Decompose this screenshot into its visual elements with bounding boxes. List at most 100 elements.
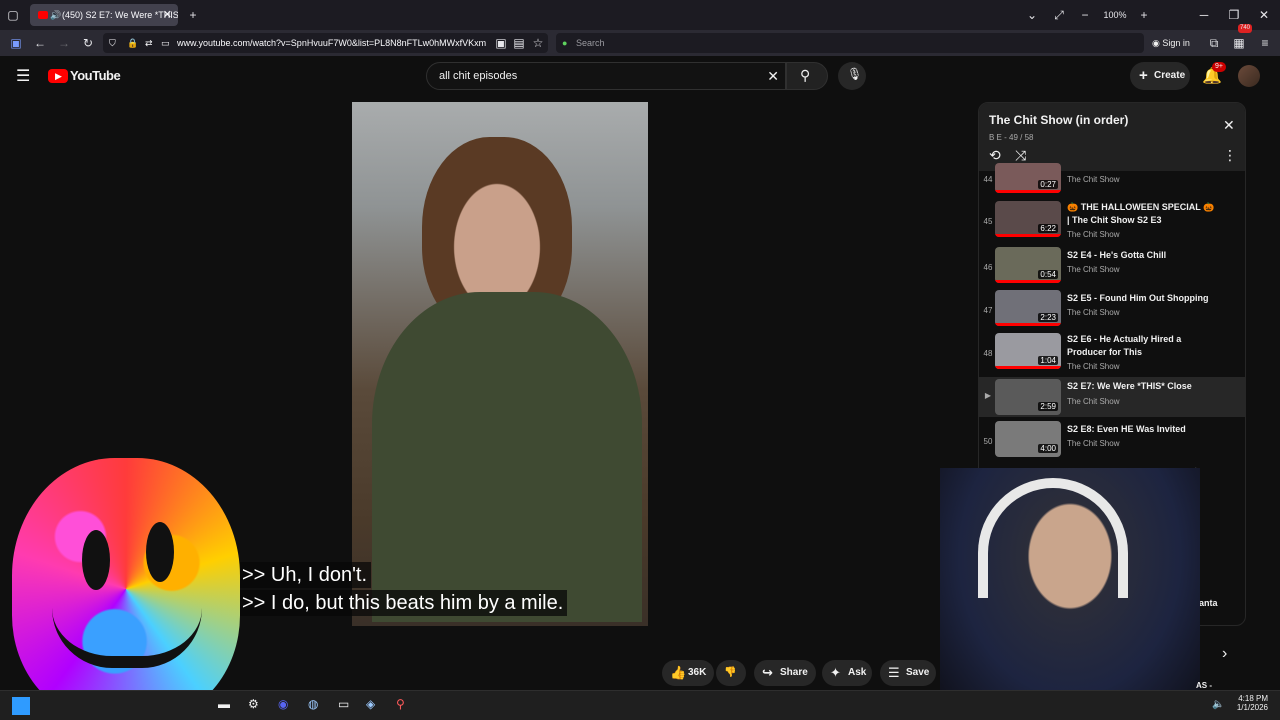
app-icon-steam[interactable]: ◈	[366, 697, 375, 711]
clear-search-icon[interactable]: ✕	[767, 63, 779, 89]
caption-line-1: >> Uh, I don't.	[238, 562, 372, 588]
smiley-left-eye	[82, 530, 110, 590]
tab-list-icon[interactable]: ▢	[4, 0, 22, 30]
dislike-button[interactable]: 👎	[716, 660, 746, 686]
shuffle-icon[interactable]: ⤨	[1015, 147, 1026, 164]
speaker-icon[interactable]: 🔊	[50, 4, 61, 26]
thumbnail[interactable]: 2:23	[995, 290, 1061, 326]
app-icon-settings[interactable]: ⚙	[248, 697, 259, 711]
tray-text: AS -	[1196, 681, 1212, 690]
browser-tab-bar: ▢ 🔊 (450) S2 E7: We Were *THIS* ✕ + ⌄ ⤢ …	[0, 0, 1280, 30]
lock-icon[interactable]: 🔒	[127, 33, 138, 53]
permissions-icon[interactable]: ⇄	[145, 33, 153, 53]
app-icon-files[interactable]: ▭	[338, 697, 349, 711]
clock[interactable]: 4:18 PM 1/1/2026	[1234, 694, 1268, 712]
playlist-item[interactable]: 48 1:04 S2 E6 - He Actually Hired a Prod…	[979, 333, 1245, 373]
playlist-header: The Chit Show (in order) B E - 49 / 58 ✕…	[979, 103, 1245, 171]
menu-icon[interactable]: ≡	[1256, 30, 1274, 56]
minimize-icon[interactable]: ─	[1196, 0, 1212, 30]
playlist-title[interactable]: The Chit Show (in order)	[989, 113, 1128, 127]
video-player[interactable]	[352, 102, 648, 626]
plus-icon: +	[1139, 67, 1148, 84]
app-icon-terminal[interactable]: ▬	[218, 697, 230, 711]
search-engine-icon: ●	[562, 38, 568, 48]
zoom-in-icon[interactable]: +	[1136, 0, 1152, 30]
thumbnail[interactable]: 4:00	[995, 421, 1061, 457]
notification-badge: 9+	[1212, 62, 1226, 72]
video-subject-vest	[372, 292, 642, 622]
create-button[interactable]: + Create	[1130, 62, 1190, 90]
share-icon: ↪	[762, 665, 773, 680]
hamburger-menu-icon[interactable]: ☰	[16, 66, 30, 86]
close-playlist-icon[interactable]: ✕	[1223, 117, 1235, 134]
loop-icon[interactable]: ⟲	[989, 147, 1001, 164]
account-icon: ◉	[1152, 38, 1163, 48]
youtube-logo-icon[interactable]: ▶	[48, 69, 68, 83]
thumbs-down-icon: 👎	[724, 667, 737, 678]
notifications-bell-icon[interactable]: 🔔 9+	[1202, 62, 1226, 86]
sign-in-button[interactable]: ◉ Sign in	[1152, 30, 1190, 56]
playlist-item-current[interactable]: ▶ 2:59 S2 E7: We Were *THIS* Close The C…	[979, 377, 1245, 417]
search-placeholder: Search	[576, 38, 605, 48]
forward-icon[interactable]: →	[55, 30, 73, 56]
thumbnail[interactable]: 1:04	[995, 333, 1061, 369]
headphones	[978, 478, 1128, 598]
extension-badge-icon[interactable]: ▦ 740	[1230, 24, 1253, 56]
more-options-icon[interactable]: ⋮	[1223, 147, 1237, 164]
close-window-icon[interactable]: ✕	[1256, 0, 1272, 30]
chevron-right-icon[interactable]: ›	[1222, 645, 1227, 663]
save-button[interactable]: ☰ Save	[880, 660, 936, 686]
thumbnail[interactable]: 0:27	[995, 163, 1061, 193]
reader-icon[interactable]: ▤	[510, 30, 528, 56]
volume-icon[interactable]: 🔈	[1212, 699, 1224, 710]
search-button[interactable]: ⚲	[786, 62, 828, 90]
smiley-right-eye	[146, 522, 174, 582]
playlist-item[interactable]: 45 6:22 🎃 THE HALLOWEEN SPECIAL 🎃 | The …	[979, 201, 1245, 243]
youtube-favicon-icon	[38, 11, 48, 19]
playlist-item[interactable]: 46 0:54 S2 E4 - He's Gotta Chill The Chi…	[979, 247, 1245, 287]
windows-start-icon[interactable]	[12, 697, 30, 715]
page-icon[interactable]: ▭	[161, 33, 170, 53]
thumbnail[interactable]: 2:59	[995, 379, 1061, 415]
new-tab-icon[interactable]: +	[184, 0, 202, 30]
app-icon-discord[interactable]: ◉	[278, 697, 288, 711]
close-tab-icon[interactable]: ✕	[163, 4, 172, 26]
webcam-overlay	[940, 468, 1200, 720]
zoom-out-icon[interactable]: −	[1076, 0, 1094, 30]
sparkle-icon: ✦	[830, 665, 841, 680]
voice-search-button[interactable]: 🎙	[838, 62, 866, 90]
youtube-logo-text[interactable]: YouTube	[70, 68, 121, 83]
app-icon-browser[interactable]: ◍	[308, 697, 318, 711]
sidebar-icon[interactable]: ▣	[7, 30, 25, 56]
fullscreen-icon[interactable]: ⤢	[1050, 0, 1068, 30]
caption-line-2: >> I do, but this beats him by a mile.	[238, 590, 568, 616]
chevron-down-icon[interactable]: ⌄	[1024, 0, 1040, 30]
reload-icon[interactable]: ↻	[79, 30, 97, 56]
thumbnail[interactable]: 0:54	[995, 247, 1061, 283]
ask-button[interactable]: ✦ Ask	[822, 660, 872, 686]
youtube-search-input[interactable]: all chit episodes ✕	[426, 62, 786, 90]
thumbnail[interactable]: 6:22	[995, 201, 1061, 237]
bookmark-star-icon[interactable]: ☆	[529, 30, 547, 56]
now-playing-icon: ▶	[984, 391, 992, 400]
zoom-level[interactable]: 100%	[1100, 0, 1130, 30]
like-button[interactable]: 👍 36K	[662, 660, 714, 686]
browser-tab-active[interactable]: 🔊 (450) S2 E7: We Were *THIS* ✕	[30, 4, 178, 26]
app-icon-map-pin[interactable]: ⚲	[396, 697, 405, 711]
thumbs-up-icon: 👍	[670, 665, 687, 680]
playlist-item[interactable]: 47 2:23 S2 E5 - Found Him Out Shopping T…	[979, 290, 1245, 330]
avatar[interactable]	[1238, 65, 1260, 87]
extensions-icon[interactable]: ⧉	[1205, 30, 1223, 56]
url-bar[interactable]: ⛉ 🔒 ⇄ ▭ www.youtube.com/watch?v=SpnHvuuF…	[103, 33, 548, 53]
share-button[interactable]: ↪ Share	[754, 660, 816, 686]
shield-icon[interactable]: ⛉	[109, 33, 116, 53]
search-icon: ⚲	[800, 67, 811, 83]
playlist-item[interactable]: 44 0:27 The Chit Show	[979, 163, 1245, 197]
microphone-icon: 🎙	[847, 67, 863, 81]
picture-in-picture-icon[interactable]: ▣	[492, 30, 510, 56]
playlist-item[interactable]: 50 4:00 S2 E8: Even HE Was Invited The C…	[979, 421, 1245, 461]
search-query[interactable]: all chit episodes	[439, 70, 517, 82]
browser-search-box[interactable]: ● Search	[556, 33, 1144, 53]
back-icon[interactable]: ←	[31, 30, 49, 56]
url-text[interactable]: www.youtube.com/watch?v=SpnHvuuF7W0&list…	[177, 38, 486, 48]
